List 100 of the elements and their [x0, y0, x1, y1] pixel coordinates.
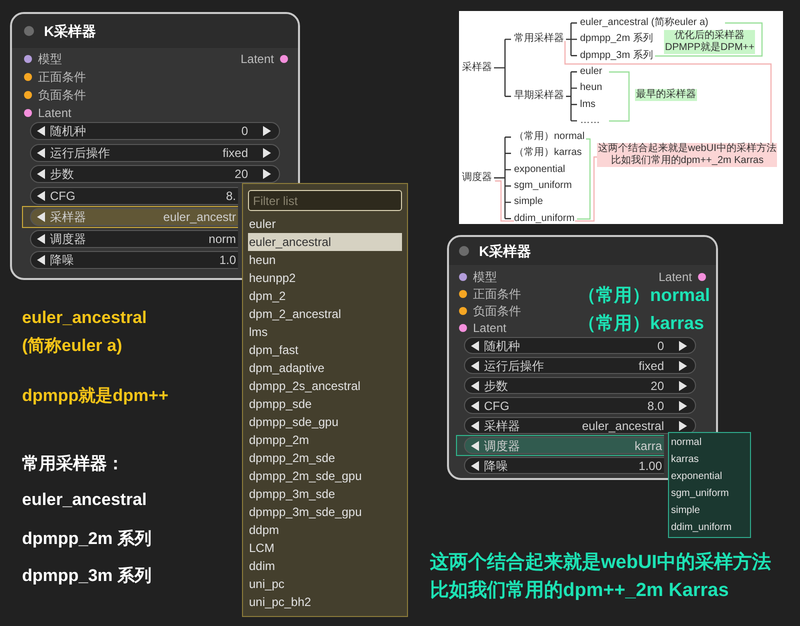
stepper-value: 0 — [241, 123, 248, 140]
menu-item[interactable]: normal — [669, 434, 750, 451]
menu-item[interactable]: simple — [669, 502, 750, 519]
mind-map-node: simple — [514, 196, 543, 208]
stepper-value: 1.0 — [219, 252, 236, 269]
stepper-label: 随机种 — [484, 338, 520, 354]
menu-item[interactable]: exponential — [669, 468, 750, 485]
value-stepper[interactable]: 运行后操作 fixed — [30, 144, 280, 162]
menu-item[interactable]: euler — [248, 215, 402, 233]
output-socket-icon[interactable] — [280, 55, 288, 63]
value-stepper[interactable]: 随机种 0 — [30, 122, 280, 140]
input-socket-icon[interactable] — [24, 91, 32, 99]
menu-item[interactable]: dpmpp_2m_sde — [248, 449, 402, 467]
menu-item[interactable]: dpm_fast — [248, 341, 402, 359]
mind-map-node: euler_ancestral (简称euler a) — [580, 17, 708, 29]
input-socket-icon[interactable] — [24, 73, 32, 81]
value-stepper[interactable]: 调度器 norm — [30, 230, 238, 248]
output-socket-icon[interactable] — [698, 272, 706, 280]
stepper-value: 0 — [657, 338, 664, 354]
menu-item[interactable]: ddim_uniform — [669, 519, 750, 536]
menu-item[interactable]: dpmpp_2m_sde_gpu — [248, 467, 402, 485]
stepper-value: euler_ancestr — [163, 209, 236, 226]
stepper-label: 采样器 — [50, 209, 86, 226]
decrement-arrow-icon[interactable] — [37, 169, 46, 179]
stepper-value: fixed — [222, 144, 248, 162]
stepper-value: euler_ancestral — [582, 418, 664, 434]
note-line: 比如我们常用的dpm++_2m Karras — [610, 155, 764, 167]
menu-item[interactable]: uni_pc — [248, 575, 402, 593]
annotation-text: 这两个结合起来就是webUI中的采样方法 — [430, 552, 771, 574]
stepper-label: 步数 — [50, 166, 74, 183]
note-line: 最早的采样器 — [636, 89, 696, 101]
decrement-arrow-icon[interactable] — [37, 255, 46, 265]
mind-map-node: 调度器 — [462, 172, 492, 184]
menu-item[interactable]: uni_pc_bh2 — [248, 593, 402, 611]
menu-item[interactable]: dpm_adaptive — [248, 359, 402, 377]
value-stepper[interactable]: 运行后操作 fixed — [464, 357, 696, 374]
mind-map-node: sgm_uniform — [514, 180, 572, 192]
input-socket-icon[interactable] — [459, 290, 467, 298]
stepper-label: 运行后操作 — [50, 144, 110, 162]
menu-item[interactable]: sgm_uniform — [669, 485, 750, 502]
value-stepper[interactable]: 步数 20 — [30, 165, 280, 183]
filter-field[interactable]: Filter list — [248, 190, 402, 211]
menu-item[interactable]: LCM — [248, 539, 402, 557]
menu-item[interactable]: dpm_2 — [248, 287, 402, 305]
menu-item[interactable]: dpmpp_3m_sde — [248, 485, 402, 503]
decrement-arrow-icon[interactable] — [37, 190, 46, 200]
menu-item[interactable]: dpmpp_3m_sde_gpu — [248, 503, 402, 521]
increment-arrow-icon[interactable] — [262, 148, 271, 158]
decrement-arrow-icon[interactable] — [37, 234, 46, 244]
input-socket-icon[interactable] — [24, 55, 32, 63]
input-label: 模型 — [473, 268, 497, 286]
annotation-text: dpmpp_3m 系列 — [22, 566, 152, 586]
node-title: K采样器 — [479, 242, 532, 260]
input-socket-icon[interactable] — [459, 324, 467, 332]
stepper-label: 降噪 — [50, 252, 74, 269]
menu-item[interactable]: karras — [669, 451, 750, 468]
input-socket-icon[interactable] — [459, 272, 467, 280]
menu-item[interactable]: dpmpp_2s_ancestral — [248, 377, 402, 395]
value-stepper[interactable]: CFG 8. — [30, 186, 238, 204]
stepper-label: 运行后操作 — [484, 358, 544, 374]
stepper-label: 调度器 — [484, 438, 520, 454]
increment-arrow-icon[interactable] — [262, 126, 271, 136]
annotation-text: 比如我们常用的dpm++_2m Karras — [430, 580, 730, 602]
stepper-value: fixed — [638, 358, 664, 374]
value-stepper[interactable]: 采样器 euler_ancestr — [30, 208, 238, 226]
menu-item[interactable]: dpm_2_ancestral — [248, 305, 402, 323]
input-label: 正面条件 — [473, 286, 521, 302]
input-socket-icon[interactable] — [24, 109, 32, 117]
input-socket-icon[interactable] — [459, 306, 467, 314]
status-dot-icon — [24, 26, 34, 36]
menu-item[interactable]: ddpm — [248, 521, 402, 539]
input-label: 负面条件 — [38, 87, 86, 104]
menu-item[interactable]: lms — [248, 323, 402, 341]
value-stepper[interactable]: 步数 20 — [464, 377, 696, 394]
mind-map-node: 采样器 — [462, 62, 492, 74]
value-stepper[interactable]: 调度器 karra — [464, 437, 664, 454]
value-stepper[interactable]: 随机种 0 — [464, 337, 696, 354]
menu-item[interactable]: dpmpp_2m — [248, 431, 402, 449]
decrement-arrow-icon[interactable] — [37, 126, 46, 136]
value-stepper[interactable]: 降噪 1.00 — [464, 457, 664, 474]
input-label: 正面条件 — [38, 69, 86, 86]
value-stepper[interactable]: CFG 8.0 — [464, 397, 696, 414]
menu-item[interactable]: dpmpp_sde — [248, 395, 402, 413]
menu-item[interactable]: heun — [248, 251, 402, 269]
menu-item[interactable]: ddim — [248, 557, 402, 575]
value-stepper[interactable]: 降噪 1.0 — [30, 251, 238, 269]
decrement-arrow-icon[interactable] — [37, 212, 46, 222]
value-stepper[interactable]: 采样器 euler_ancestral — [464, 417, 696, 434]
decrement-arrow-icon[interactable] — [37, 148, 46, 158]
stepper-label: 随机种 — [50, 123, 86, 140]
menu-item[interactable]: euler_ancestral — [248, 233, 402, 251]
increment-arrow-icon[interactable] — [262, 169, 271, 179]
mind-map-node: 常用采样器 — [514, 33, 564, 46]
stepper-label: CFG — [484, 398, 510, 414]
stepper-value: 8.0 — [647, 398, 664, 414]
stepper-label: 降噪 — [484, 458, 508, 474]
stepper-value: 8. — [226, 188, 236, 204]
stepper-label: 步数 — [484, 378, 508, 394]
menu-item[interactable]: heunpp2 — [248, 269, 402, 287]
menu-item[interactable]: dpmpp_sde_gpu — [248, 413, 402, 431]
